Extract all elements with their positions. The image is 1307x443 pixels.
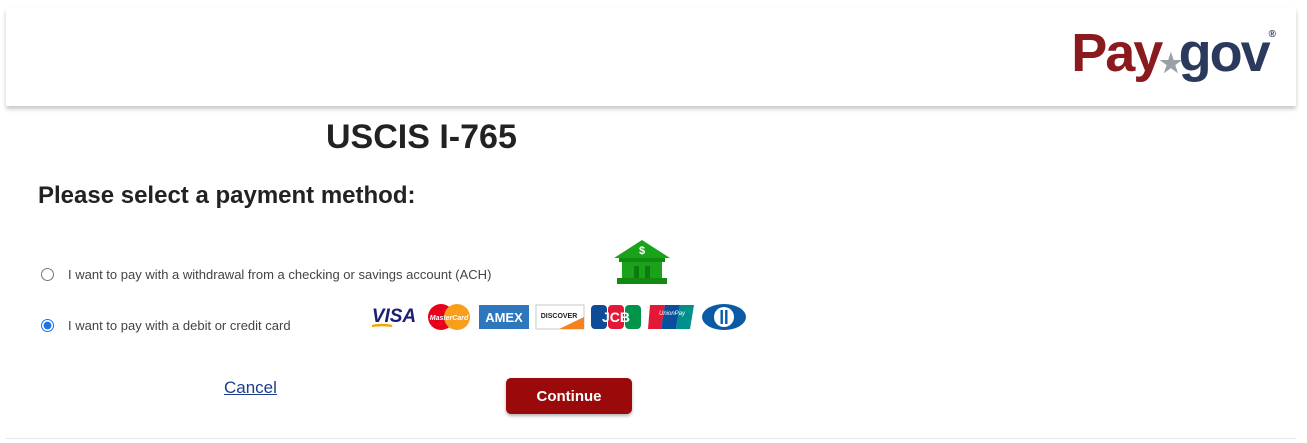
card-option[interactable]: I want to pay with a debit or credit car…: [38, 318, 291, 333]
ach-option[interactable]: I want to pay with a withdrawal from a c…: [38, 267, 491, 282]
cancel-link[interactable]: Cancel: [224, 378, 277, 398]
page-header: Pay ★ gov ®: [6, 8, 1296, 106]
svg-text:DISCOVER: DISCOVER: [541, 313, 578, 320]
discover-logo: DISCOVER: [535, 302, 585, 332]
paygov-logo[interactable]: Pay ★ gov ®: [1071, 23, 1277, 83]
logo-pay: Pay: [1071, 23, 1163, 83]
diners-logo: [700, 302, 748, 332]
card-radio[interactable]: [41, 319, 54, 332]
logo-star-icon: ★: [1159, 48, 1182, 78]
logo-registered-mark: ®: [1268, 29, 1277, 40]
svg-text:MasterCard: MasterCard: [430, 315, 469, 322]
card-option-label: I want to pay with a debit or credit car…: [68, 318, 291, 333]
unionpay-logo: UnionPay: [647, 302, 695, 332]
svg-text:AMEX: AMEX: [485, 310, 523, 325]
svg-text:JCB: JCB: [602, 309, 630, 325]
payment-method-heading: Please select a payment method:: [38, 182, 416, 209]
page-title: USCIS I-765: [326, 118, 517, 156]
mastercard-logo: MasterCard: [425, 302, 473, 332]
visa-logo: VISA: [368, 302, 420, 332]
svg-text:VISA: VISA: [372, 306, 416, 327]
svg-text:UnionPay: UnionPay: [659, 311, 686, 317]
bank-icon: $: [614, 240, 670, 284]
continue-button[interactable]: Continue: [506, 378, 632, 414]
bank-dollar-symbol: $: [639, 245, 645, 257]
ach-radio[interactable]: [41, 268, 54, 281]
ach-option-label: I want to pay with a withdrawal from a c…: [68, 267, 492, 282]
card-logos: VISA MasterCard AMEX DISCOVER JCB UnionP…: [368, 302, 748, 332]
bottom-divider: [6, 438, 1296, 439]
amex-logo: AMEX: [478, 302, 530, 332]
jcb-logo: JCB: [590, 302, 642, 332]
logo-gov: gov: [1178, 23, 1271, 83]
